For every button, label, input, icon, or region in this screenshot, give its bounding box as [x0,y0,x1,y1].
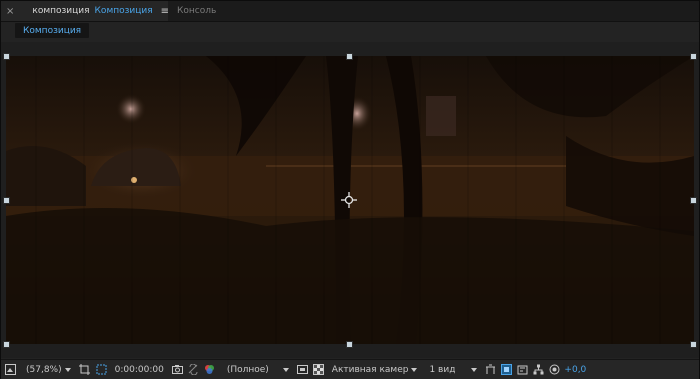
fast-preview-active-icon [501,364,513,375]
tab-composition[interactable]: × композиция Композиция ≡ [1,1,169,21]
transform-handle-bottom-left[interactable] [3,341,10,348]
transparency-grid-icon [312,364,324,375]
view-layout-dropdown[interactable]: 1 вид [429,360,478,379]
transform-handle-bottom-center[interactable] [346,341,353,348]
exposure-value: +0,0 [564,364,587,375]
zoom-dropdown[interactable]: (57,8%) [26,360,71,379]
snapshot-icon [171,365,183,374]
toggle-pixel-aspect-icon [486,364,496,374]
fast-preview-icon [296,365,308,374]
tab-console-label: Консоль [177,6,217,16]
breadcrumb-composition[interactable]: Композиция [15,23,90,38]
breadcrumb-label: Композиция [23,25,82,36]
transparency-grid-toggle[interactable] [312,360,324,379]
reset-exposure-icon [549,364,560,375]
fast-previews-button[interactable] [296,360,308,379]
tab-console[interactable]: Консоль [177,1,216,21]
zoom-dropdown-icon [64,367,71,372]
view-layout-value: 1 вид [429,364,456,375]
camera-dropdown-icon [411,367,418,372]
timeline-button[interactable] [517,360,528,379]
transform-handle-middle-left[interactable] [3,197,10,204]
resolution-value: (Полное) [226,364,269,375]
timecode-value: 0:00:00:00 [114,364,164,375]
tab-title: композиция [32,6,90,16]
composition-viewer[interactable] [1,42,699,358]
reset-exposure-button[interactable] [549,360,560,379]
pixel-aspect-toggle[interactable] [485,360,496,379]
color-channels-icon [204,365,214,374]
timecode-display[interactable]: 0:00:00:00 [115,360,164,379]
panel-menu-icon[interactable]: ≡ [161,6,169,17]
camera-value: Активная камер [331,364,409,375]
transform-handle-top-left[interactable] [3,53,10,60]
preview-toggle-button[interactable] [5,360,16,379]
resolution-dropdown[interactable]: (Полное) [227,360,289,379]
color-channels-button[interactable] [204,360,215,379]
close-icon[interactable]: × [6,6,14,17]
anchor-point-icon[interactable] [341,192,357,208]
show-snapshot-icon [188,364,198,375]
resolution-dropdown-icon [282,367,289,372]
region-of-interest-icon [78,364,90,375]
composition-name-link[interactable]: Композиция [95,6,153,16]
mask-path-toggle[interactable] [96,360,107,379]
region-of-interest-button[interactable] [78,360,90,379]
show-snapshot-button[interactable] [188,360,199,379]
fast-preview-toggle[interactable] [501,360,513,379]
flowchart-button[interactable] [533,360,544,379]
snapshot-button[interactable] [171,360,183,379]
composition-navigator: Композиция [1,22,699,40]
flowchart-icon [533,364,544,375]
transform-handle-middle-right[interactable] [690,197,697,204]
preview-toggle-icon [5,364,16,375]
zoom-value: (57,8%) [26,364,62,375]
panel-tab-bar: × композиция Композиция ≡ Консоль [1,1,699,22]
mask-path-icon [96,364,107,375]
camera-dropdown[interactable]: Активная камер [332,360,418,379]
view-layout-dropdown-icon [471,367,478,372]
viewer-toolbar: (57,8%) 0:00:00:00 (Полное) Активная кам… [1,359,699,379]
transform-handle-top-center[interactable] [346,53,353,60]
transform-handle-top-right[interactable] [690,53,697,60]
timeline-icon [517,365,528,375]
transform-handle-bottom-right[interactable] [690,341,697,348]
exposure-value-control[interactable]: +0,0 [564,360,586,379]
